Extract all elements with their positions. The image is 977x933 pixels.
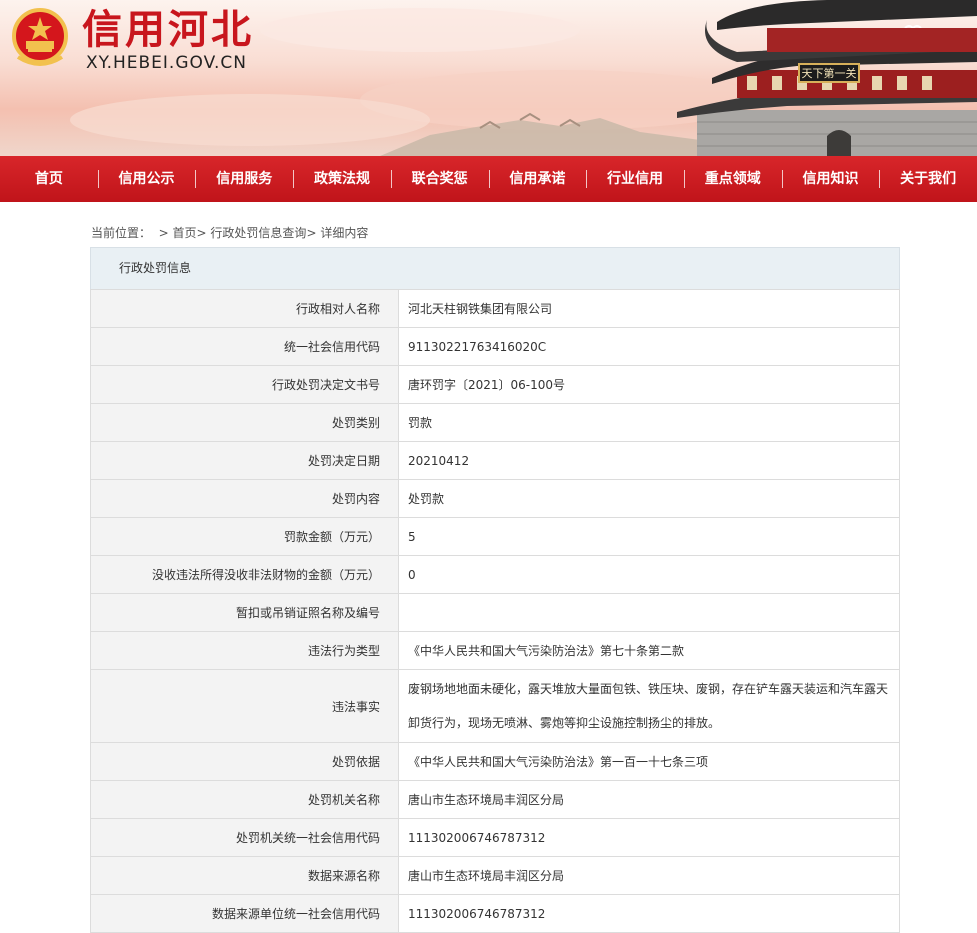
penalty-detail-panel: 行政处罚信息 行政相对人名称 河北天柱钢铁集团有限公司 统一社会信用代码 911… — [90, 247, 900, 933]
row-value: 罚款 — [398, 403, 900, 442]
panel-title: 行政处罚信息 — [90, 247, 900, 289]
row-label: 数据来源单位统一社会信用代码 — [90, 894, 399, 933]
row-label: 暂扣或吊销证照名称及编号 — [90, 593, 399, 632]
national-emblem-icon — [12, 8, 68, 66]
nav-item-credit-service[interactable]: 信用服务 — [195, 156, 293, 202]
row-value: 唐环罚字〔2021〕06-100号 — [398, 365, 900, 404]
table-row: 处罚类别 罚款 — [90, 403, 900, 442]
row-label: 行政处罚决定文书号 — [90, 365, 399, 404]
row-value: 5 — [398, 517, 900, 556]
row-value — [398, 593, 900, 632]
table-row: 行政相对人名称 河北天柱钢铁集团有限公司 — [90, 289, 900, 328]
row-label: 统一社会信用代码 — [90, 327, 399, 366]
table-row: 数据来源单位统一社会信用代码 111302006746787312 — [90, 894, 900, 933]
table-row: 统一社会信用代码 91130221763416020C — [90, 327, 900, 366]
row-value: 111302006746787312 — [398, 818, 900, 857]
table-row: 处罚机关名称 唐山市生态环境局丰润区分局 — [90, 780, 900, 819]
row-value: 《中华人民共和国大气污染防治法》第一百一十七条三项 — [398, 742, 900, 781]
main-nav: 首页 信用公示 信用服务 政策法规 联合奖惩 信用承诺 行业信用 重点领域 信用… — [0, 156, 977, 202]
site-banner: 信用河北 XY.HEBEI.GOV.CN 天下第一关 — [0, 0, 977, 156]
row-label: 数据来源名称 — [90, 856, 399, 895]
breadcrumb-current: 详细内容 — [320, 226, 369, 240]
row-label: 处罚依据 — [90, 742, 399, 781]
row-value: 唐山市生态环境局丰润区分局 — [398, 856, 900, 895]
table-row: 处罚机关统一社会信用代码 111302006746787312 — [90, 818, 900, 857]
site-title[interactable]: 信用河北 — [82, 6, 254, 54]
gate-tower-illustration: 天下第一关 — [677, 0, 977, 156]
row-value: 唐山市生态环境局丰润区分局 — [398, 780, 900, 819]
nav-item-home[interactable]: 首页 — [0, 156, 98, 202]
row-value: 111302006746787312 — [398, 894, 900, 933]
row-label: 处罚类别 — [90, 403, 399, 442]
table-row: 违法事实 废钢场地地面未硬化，露天堆放大量面包铁、铁压块、废钢，存在铲车露天装运… — [90, 669, 900, 743]
row-label: 没收违法所得没收非法财物的金额（万元） — [90, 555, 399, 594]
row-value-line: 废钢场地地面未硬化，露天堆放大量面包铁、铁压块、废钢，存在铲车露天装运和汽车露天 — [408, 682, 889, 696]
row-label: 违法行为类型 — [90, 631, 399, 670]
nav-item-policies[interactable]: 政策法规 — [293, 156, 391, 202]
row-label: 处罚机关名称 — [90, 780, 399, 819]
row-value: 91130221763416020C — [398, 327, 900, 366]
table-row: 没收违法所得没收非法财物的金额（万元） 0 — [90, 555, 900, 594]
nav-item-about-us[interactable]: 关于我们 — [879, 156, 977, 202]
table-row: 处罚决定日期 20210412 — [90, 441, 900, 480]
table-row: 违法行为类型 《中华人民共和国大气污染防治法》第七十条第二款 — [90, 631, 900, 670]
row-label: 处罚决定日期 — [90, 441, 399, 480]
nav-item-industry-credit[interactable]: 行业信用 — [586, 156, 684, 202]
breadcrumb-prefix: 当前位置： — [91, 226, 152, 240]
table-row: 处罚内容 处罚款 — [90, 479, 900, 518]
row-value: 20210412 — [398, 441, 900, 480]
row-label: 违法事实 — [90, 669, 399, 743]
breadcrumb-home-link[interactable]: 首页 — [173, 226, 197, 240]
table-row: 数据来源名称 唐山市生态环境局丰润区分局 — [90, 856, 900, 895]
row-value: 处罚款 — [398, 479, 900, 518]
nav-item-credit-commitment[interactable]: 信用承诺 — [488, 156, 587, 202]
row-label: 行政相对人名称 — [90, 289, 399, 328]
row-value-line: 卸货行为，现场无喷淋、雾炮等抑尘设施控制扬尘的排放。 — [408, 716, 721, 730]
nav-item-credit-knowledge[interactable]: 信用知识 — [781, 156, 880, 202]
table-row: 暂扣或吊销证照名称及编号 — [90, 593, 900, 632]
row-value: 《中华人民共和国大气污染防治法》第七十条第二款 — [398, 631, 900, 670]
row-label: 处罚机关统一社会信用代码 — [90, 818, 399, 857]
row-value: 0 — [398, 555, 900, 594]
table-row: 处罚依据 《中华人民共和国大气污染防治法》第一百一十七条三项 — [90, 742, 900, 781]
breadcrumb-penalty-query-link[interactable]: 行政处罚信息查询 — [210, 226, 306, 240]
nav-item-joint-rewards[interactable]: 联合奖惩 — [390, 156, 489, 202]
row-value: 废钢场地地面未硬化，露天堆放大量面包铁、铁压块、废钢，存在铲车露天装运和汽车露天… — [398, 669, 900, 743]
nav-item-credit-publicity[interactable]: 信用公示 — [97, 156, 196, 202]
tower-plaque-text: 天下第一关 — [802, 66, 857, 80]
row-label: 处罚内容 — [90, 479, 399, 518]
table-row: 行政处罚决定文书号 唐环罚字〔2021〕06-100号 — [90, 365, 900, 404]
breadcrumb: 当前位置： > 首页> 行政处罚信息查询> 详细内容 — [91, 226, 369, 240]
penalty-detail-table: 行政相对人名称 河北天柱钢铁集团有限公司 统一社会信用代码 9113022176… — [90, 289, 900, 933]
row-value: 河北天柱钢铁集团有限公司 — [398, 289, 900, 328]
row-label: 罚款金额（万元） — [90, 517, 399, 556]
site-url: XY.HEBEI.GOV.CN — [86, 53, 248, 73]
nav-item-key-areas[interactable]: 重点领域 — [683, 156, 782, 202]
table-row: 罚款金额（万元） 5 — [90, 517, 900, 556]
